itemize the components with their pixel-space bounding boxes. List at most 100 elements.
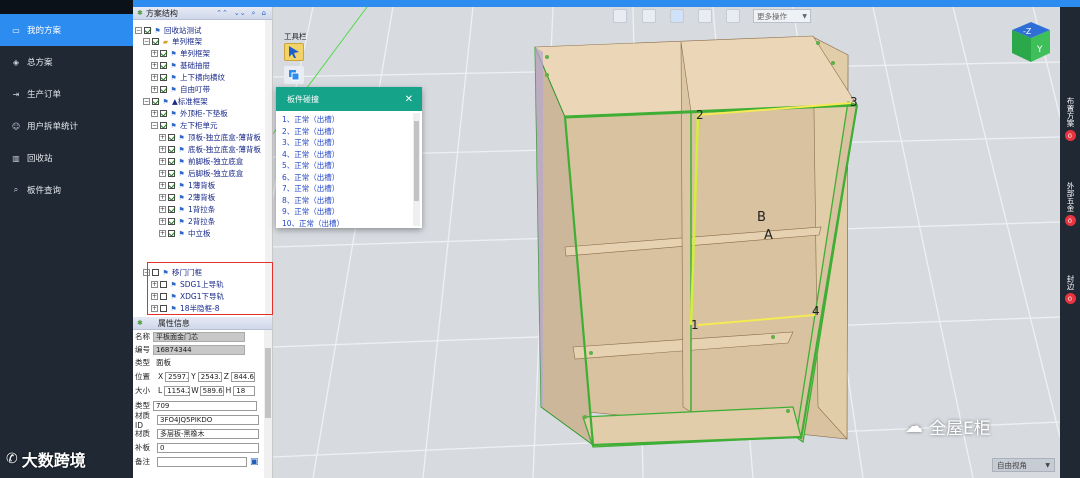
select-tool-button[interactable] <box>284 43 304 61</box>
tree-checkbox[interactable] <box>168 194 175 201</box>
tree-row[interactable]: + ⚑ 顶板-独立底盒-薄背板 <box>159 132 261 143</box>
nav-item-production-orders[interactable]: ⇥ 生产订单 <box>0 78 133 110</box>
expand-toggle-icon[interactable]: + <box>159 206 166 213</box>
material-id-field[interactable]: 3FO4JQ5PIKDO <box>157 414 259 425</box>
tree-checkbox[interactable] <box>160 74 167 81</box>
close-icon[interactable]: ✕ <box>405 94 413 105</box>
nav-item-board-query[interactable]: ⌕ 板件查询 <box>0 174 133 206</box>
expand-toggle-icon[interactable]: + <box>159 194 166 201</box>
collision-list-item[interactable]: 4、正常（出槽） <box>282 149 339 160</box>
collision-list-item[interactable]: 6、正常（出槽） <box>282 172 339 183</box>
collapse-toggle-icon[interactable]: − <box>143 38 150 45</box>
nav-item-my-plans[interactable]: ▭ 我的方案 <box>0 14 133 46</box>
pos-x-field[interactable]: 2597.0 <box>165 371 190 382</box>
expand-toggle-icon[interactable]: + <box>159 218 166 225</box>
prop-scrollbar[interactable] <box>264 330 272 478</box>
name-field[interactable]: 平板面金门芯 <box>153 331 245 342</box>
tree-row[interactable]: + ⚑ 基础抽屉 <box>151 60 210 71</box>
tree-checkbox[interactable] <box>160 122 167 129</box>
tree-row[interactable]: + ⚑ 2薄背板 <box>159 192 215 203</box>
tools-icon[interactable] <box>726 9 740 23</box>
tree-checkbox[interactable] <box>168 134 175 141</box>
tree-checkbox[interactable] <box>168 206 175 213</box>
view-cube[interactable]: -Z Y <box>1010 20 1052 64</box>
tree-row[interactable]: + ⚑ 1薄背板 <box>159 180 215 191</box>
rb-item-layout[interactable]: 布置方案 0 <box>1060 97 1080 141</box>
tree-checkbox[interactable] <box>168 182 175 189</box>
collision-list-item[interactable]: 3、正常（出槽） <box>282 137 339 148</box>
note-field[interactable] <box>157 456 247 467</box>
tree-row[interactable]: + ⚑ 后脚板-独立底盒 <box>159 168 243 179</box>
expand-toggle-icon[interactable]: + <box>159 170 166 177</box>
tree-checkbox[interactable] <box>168 218 175 225</box>
tree-checkbox[interactable] <box>168 230 175 237</box>
tree-row[interactable]: + ⚑ 外顶柜-下垫板 <box>151 108 228 119</box>
expand-toggle-icon[interactable]: + <box>151 50 158 57</box>
material-field[interactable]: 多层板-黑橡木 <box>157 428 259 439</box>
collision-list-item[interactable]: 8、正常（出槽） <box>282 195 339 206</box>
tree-row[interactable]: − ⚑ 左下柜单元 <box>151 120 218 131</box>
tree-checkbox[interactable] <box>168 170 175 177</box>
tree-row[interactable]: + ⚑ 前脚板-独立底盒 <box>159 156 243 167</box>
nav-item-recycle-bin[interactable]: ▥ 回收站 <box>0 142 133 174</box>
cabinet-model[interactable] <box>534 35 859 448</box>
expand-toggle-icon[interactable]: + <box>151 74 158 81</box>
dialog-scrollbar[interactable] <box>413 113 420 226</box>
expand-toggle-icon[interactable]: + <box>159 230 166 237</box>
expand-toggle-icon[interactable]: + <box>159 158 166 165</box>
pos-y-field[interactable]: 2543.1 <box>197 371 222 382</box>
size-w-field[interactable]: 589.6 <box>199 385 224 396</box>
more-operations-dropdown[interactable]: 更多操作 ▼ <box>753 9 811 23</box>
view-mode-select[interactable]: 自由视角 ▼ <box>992 458 1055 472</box>
save-scene-icon[interactable] <box>613 9 627 23</box>
size-h-field[interactable]: 18 <box>233 385 256 396</box>
home-icon[interactable]: ⌂ <box>262 9 266 18</box>
tree-row[interactable]: − ▰ 单列框架 <box>143 36 202 47</box>
3d-viewport[interactable]: 2 3 1 4 B A <box>273 7 1060 478</box>
rb-item-hardware[interactable]: 外部五金 0 <box>1060 182 1080 226</box>
collision-list-item[interactable]: 7、正常（出槽） <box>282 183 339 194</box>
rb-item-edge-banding[interactable]: 封边 0 <box>1060 275 1080 304</box>
expand-toggle-icon[interactable]: + <box>159 146 166 153</box>
expand-toggle-icon[interactable]: + <box>159 134 166 141</box>
copy-tool-button[interactable] <box>284 66 304 84</box>
tree-row[interactable]: + ⚑ 自由叮带 <box>151 84 210 95</box>
nav-item-user-stats[interactable]: ☺ 用户拆单统计 <box>0 110 133 142</box>
tree-checkbox[interactable] <box>160 50 167 57</box>
collision-list-item[interactable]: 5、正常（出槽） <box>282 160 339 171</box>
tree-row[interactable]: + ⚑ 底板-独立底盒-薄背板 <box>159 144 261 155</box>
expand-all-icon[interactable]: ⌃⌃ <box>216 9 228 18</box>
pos-z-field[interactable]: 844.6 <box>230 371 255 382</box>
collision-list-item[interactable]: 9、正常（出槽） <box>282 206 339 217</box>
fullscreen-icon[interactable] <box>698 9 712 23</box>
tree-row[interactable]: + ⚑ 1背拉条 <box>159 204 215 215</box>
code-field[interactable]: 16874344 <box>153 344 245 355</box>
expand-toggle-icon[interactable]: + <box>151 86 158 93</box>
save-icon[interactable]: ▣ <box>250 457 259 467</box>
collision-list-item[interactable]: 2、正常（出槽） <box>282 126 339 137</box>
collapse-toggle-icon[interactable]: − <box>135 27 142 34</box>
collapse-all-icon[interactable]: ⌄⌄ <box>234 9 246 18</box>
tree-row[interactable]: + ⚑ 中立板 <box>159 228 211 239</box>
nav-item-all-plans[interactable]: ◈ 总方案 <box>0 46 133 78</box>
tree-row[interactable]: − ⚑ 回收站测试 <box>135 25 202 36</box>
collapse-toggle-icon[interactable]: − <box>143 98 150 105</box>
expand-toggle-icon[interactable]: + <box>151 62 158 69</box>
tree-row[interactable]: + ⚑ 2背拉条 <box>159 216 215 227</box>
tree-checkbox[interactable] <box>160 86 167 93</box>
tree-row[interactable]: + ⚑ 单列框架 <box>151 48 210 59</box>
search-icon[interactable]: ⌕ <box>252 9 256 18</box>
tree-checkbox[interactable] <box>160 62 167 69</box>
tree-checkbox[interactable] <box>152 98 159 105</box>
tree-row[interactable]: + ⚑ 上下横向横纹 <box>151 72 225 83</box>
tree-row[interactable]: − ⚑ ▲标准框架 <box>143 96 208 107</box>
patch-field[interactable]: 0 <box>157 442 259 453</box>
tree-checkbox[interactable] <box>144 27 151 34</box>
collapse-toggle-icon[interactable]: − <box>151 122 158 129</box>
tree-checkbox[interactable] <box>152 38 159 45</box>
tree-checkbox[interactable] <box>168 146 175 153</box>
expand-toggle-icon[interactable]: + <box>159 182 166 189</box>
kind-field[interactable]: 709 <box>153 400 257 411</box>
tree-checkbox[interactable] <box>168 158 175 165</box>
collision-list-item[interactable]: 1、正常（出槽） <box>282 114 339 125</box>
